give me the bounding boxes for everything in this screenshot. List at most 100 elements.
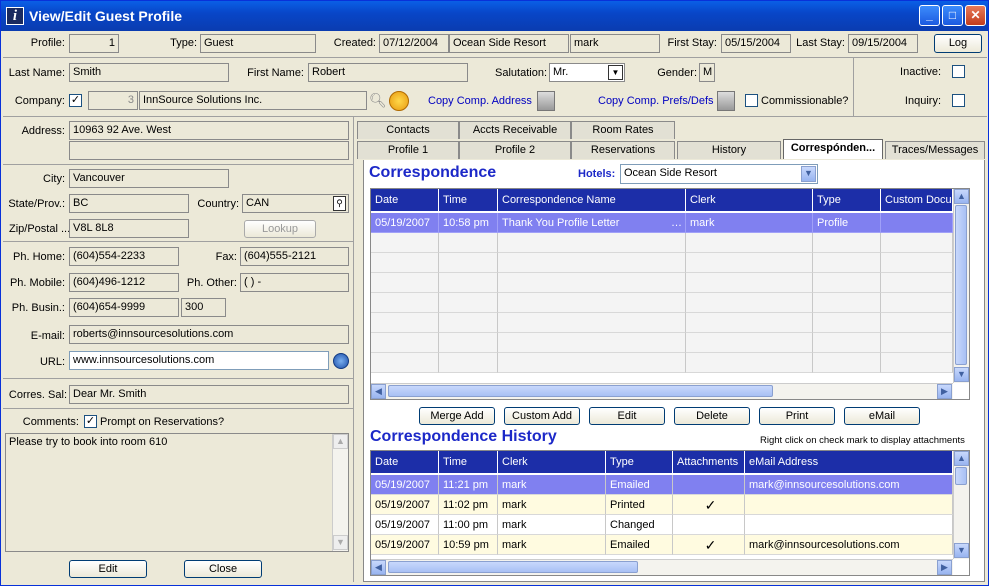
custom-add-button[interactable]: Custom Add [504, 407, 580, 425]
cell-attachments[interactable]: ✓ [673, 495, 745, 515]
column-header[interactable]: Clerk [498, 451, 606, 473]
address-line2-field[interactable] [69, 141, 349, 160]
chevron-down-icon[interactable]: ▼ [608, 65, 623, 80]
copy-icon[interactable] [717, 91, 735, 111]
tab-traces-messages[interactable]: Traces/Messages [885, 141, 985, 159]
hotels-dropdown[interactable]: Ocean Side Resort [620, 164, 818, 184]
cell-time: 11:02 pm [439, 495, 498, 515]
history-vscrollbar[interactable]: ▲ ▼ [953, 451, 969, 559]
scroll-up-icon[interactable]: ▲ [954, 451, 969, 466]
ellipsis-icon[interactable]: … [671, 213, 682, 233]
phone-extension-field[interactable]: 300 [181, 298, 226, 317]
scroll-thumb[interactable] [388, 385, 773, 397]
log-button[interactable]: Log [934, 34, 982, 53]
correspondence-hscrollbar[interactable]: ◀ ▶ [371, 383, 953, 399]
chevron-down-icon[interactable]: ▼ [801, 166, 816, 182]
url-field[interactable]: www.innsourcesolutions.com [69, 351, 329, 370]
empty-cell [686, 273, 813, 293]
scroll-left-icon[interactable]: ◀ [371, 560, 386, 575]
scroll-left-icon[interactable]: ◀ [371, 384, 386, 399]
inquiry-checkbox[interactable] [952, 94, 965, 107]
column-header[interactable]: Clerk [686, 189, 813, 211]
column-header[interactable]: Attachments [673, 451, 745, 473]
maximize-button[interactable]: □ [942, 5, 963, 26]
cell-attachments[interactable]: ✓ [673, 535, 745, 555]
email-button[interactable]: eMail [844, 407, 920, 425]
history-hscrollbar[interactable]: ◀ ▶ [371, 559, 953, 575]
scroll-thumb[interactable] [955, 467, 967, 485]
first-name-field[interactable]: Robert [308, 63, 468, 82]
phone-business-field[interactable]: (604)654-9999 [69, 298, 179, 317]
state-field[interactable]: BC [69, 194, 189, 213]
corres-sal-field[interactable]: Dear Mr. Smith [69, 385, 349, 404]
scroll-up-icon[interactable]: ▲ [954, 189, 969, 204]
comments-scrollbar[interactable]: ▲ ▼ [332, 434, 348, 551]
scroll-thumb[interactable] [388, 561, 638, 573]
comments-textarea[interactable]: Please try to book into room 610 [5, 433, 349, 552]
table-row[interactable]: 05/19/2007 10:59 pm mark Emailed ✓ mark@innso… [371, 535, 953, 555]
correspondence-vscrollbar[interactable]: ▲ ▼ [953, 189, 969, 383]
delete-button[interactable]: Delete [674, 407, 750, 425]
tab-reservations[interactable]: Reservations [571, 141, 675, 159]
inactive-checkbox[interactable] [952, 65, 965, 78]
gender-field[interactable]: M [699, 63, 715, 82]
lookup-button[interactable]: Lookup [244, 220, 316, 238]
scroll-right-icon[interactable]: ▶ [937, 384, 952, 399]
column-header[interactable]: Date [371, 451, 439, 473]
tab-profile-2[interactable]: Profile 2 [459, 141, 571, 159]
company-lookup-icon[interactable] [389, 91, 409, 111]
title-bar[interactable]: i View/Edit Guest Profile _ □ ✕ [1, 1, 988, 31]
country-picker-icon[interactable]: ⚲ [333, 196, 346, 211]
tab-profile-1[interactable]: Profile 1 [357, 141, 459, 159]
phone-mobile-field[interactable]: (604)496-1212 [69, 273, 179, 292]
column-header[interactable]: Time [439, 189, 498, 211]
scroll-thumb[interactable] [955, 205, 967, 365]
print-button[interactable]: Print [759, 407, 835, 425]
tab-history[interactable]: History [677, 141, 781, 159]
copy-icon[interactable] [537, 91, 555, 111]
tab-accts-receivable[interactable]: Accts Receivable [459, 121, 571, 139]
edit-correspondence-button[interactable]: Edit [589, 407, 665, 425]
close-window-button[interactable]: ✕ [965, 5, 986, 26]
tab-room-rates[interactable]: Room Rates [571, 121, 675, 139]
phone-home-field[interactable]: (604)554-2233 [69, 247, 179, 266]
cell-attachments[interactable] [673, 475, 745, 495]
close-button[interactable]: Close [184, 560, 262, 578]
column-header[interactable]: Time [439, 451, 498, 473]
search-icon[interactable]: 🔍︎ [369, 92, 389, 110]
tab-correspondence[interactable]: Correspónden... [783, 139, 883, 159]
scroll-up-icon[interactable]: ▲ [333, 434, 348, 449]
column-header[interactable]: Custom Docu [881, 189, 953, 211]
commissionable-checkbox[interactable] [745, 94, 758, 107]
edit-button[interactable]: Edit [69, 560, 147, 578]
column-header[interactable]: Date [371, 189, 439, 211]
scroll-down-icon[interactable]: ▼ [954, 367, 969, 382]
tab-contacts[interactable]: Contacts [357, 121, 459, 139]
last-name-field[interactable]: Smith [69, 63, 229, 82]
copy-comp-address-link[interactable]: Copy Comp. Address [428, 95, 532, 107]
prompt-checkbox[interactable]: ✓ [84, 415, 97, 428]
column-header[interactable]: eMail Address [745, 451, 953, 473]
column-header[interactable]: Type [813, 189, 881, 211]
table-row[interactable]: 05/19/2007 11:02 pm mark Printed ✓ [371, 495, 953, 515]
table-row[interactable]: 05/19/2007 11:00 pm mark Changed [371, 515, 953, 535]
scroll-down-icon[interactable]: ▼ [954, 543, 969, 558]
address-line1-field[interactable]: 10963 92 Ave. West [69, 121, 349, 140]
company-checkbox[interactable]: ✓ [69, 94, 82, 107]
email-field[interactable]: roberts@innsourcesolutions.com [69, 325, 349, 344]
scroll-right-icon[interactable]: ▶ [937, 560, 952, 575]
fax-field[interactable]: (604)555-2121 [240, 247, 349, 266]
column-header[interactable]: Correspondence Name [498, 189, 686, 211]
table-row[interactable]: 05/19/2007 10:58 pm Thank You Profile Le… [371, 213, 953, 233]
copy-comp-prefs-link[interactable]: Copy Comp. Prefs/Defs [598, 95, 714, 107]
globe-icon[interactable] [333, 353, 349, 369]
scroll-down-icon[interactable]: ▼ [333, 535, 348, 550]
city-field[interactable]: Vancouver [69, 169, 229, 188]
phone-other-field[interactable]: ( ) - [240, 273, 349, 292]
column-header[interactable]: Type [606, 451, 673, 473]
zip-field[interactable]: V8L 8L8 [69, 219, 189, 238]
merge-add-button[interactable]: Merge Add [419, 407, 495, 425]
table-row[interactable]: 05/19/2007 11:21 pm mark Emailed mark@innsou… [371, 475, 953, 495]
minimize-button[interactable]: _ [919, 5, 940, 26]
cell-attachments[interactable] [673, 515, 745, 535]
